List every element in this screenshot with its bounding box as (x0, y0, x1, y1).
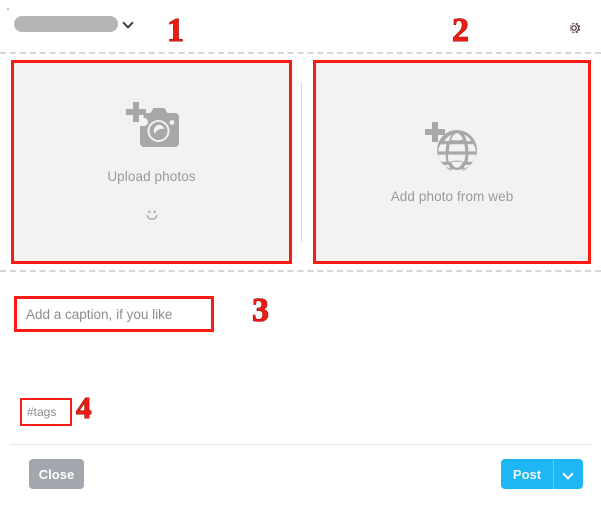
annotation-1: 1 (167, 12, 185, 49)
upload-photos-label: Upload photos (107, 168, 196, 184)
annotation-3: 3 (252, 292, 270, 329)
annotation-2: 2 (452, 12, 470, 49)
tags-input[interactable] (22, 400, 70, 424)
add-photo-from-web-label: Add photo from web (390, 188, 514, 204)
post-dropdown-button[interactable] (553, 459, 583, 489)
annotation-4: 4 (76, 390, 92, 425)
post-composer-dialog: Upload photos Add photo from web Add a c… (0, 0, 601, 507)
media-panel-divider (301, 82, 302, 242)
footer-separator (10, 444, 591, 445)
tags-field-wrapper (20, 398, 72, 426)
upload-photos-dropzone[interactable]: Upload photos (11, 60, 292, 264)
divider-dashed-bottom (0, 270, 601, 272)
account-name-redacted (14, 16, 118, 32)
chevron-down-icon (124, 19, 134, 29)
caption-input[interactable] (17, 299, 211, 329)
add-photo-from-web-dropzone[interactable]: Add photo from web (313, 60, 591, 264)
caption-field-wrapper (14, 296, 214, 332)
close-button[interactable]: Close (29, 459, 84, 489)
divider-dashed-top (0, 52, 601, 54)
globe-plus-icon (424, 121, 480, 171)
smiley-face-icon[interactable] (143, 206, 161, 224)
gear-icon[interactable] (565, 19, 583, 37)
chevron-down-icon (564, 470, 573, 479)
account-selector[interactable] (14, 16, 134, 32)
media-picker-area: Upload photos Add photo from web (0, 56, 601, 268)
composer-header (0, 0, 601, 52)
camera-plus-icon (124, 101, 180, 151)
corner-dot-decoration (7, 8, 9, 10)
post-button[interactable]: Post (501, 459, 553, 489)
post-button-group: Post (501, 459, 583, 489)
